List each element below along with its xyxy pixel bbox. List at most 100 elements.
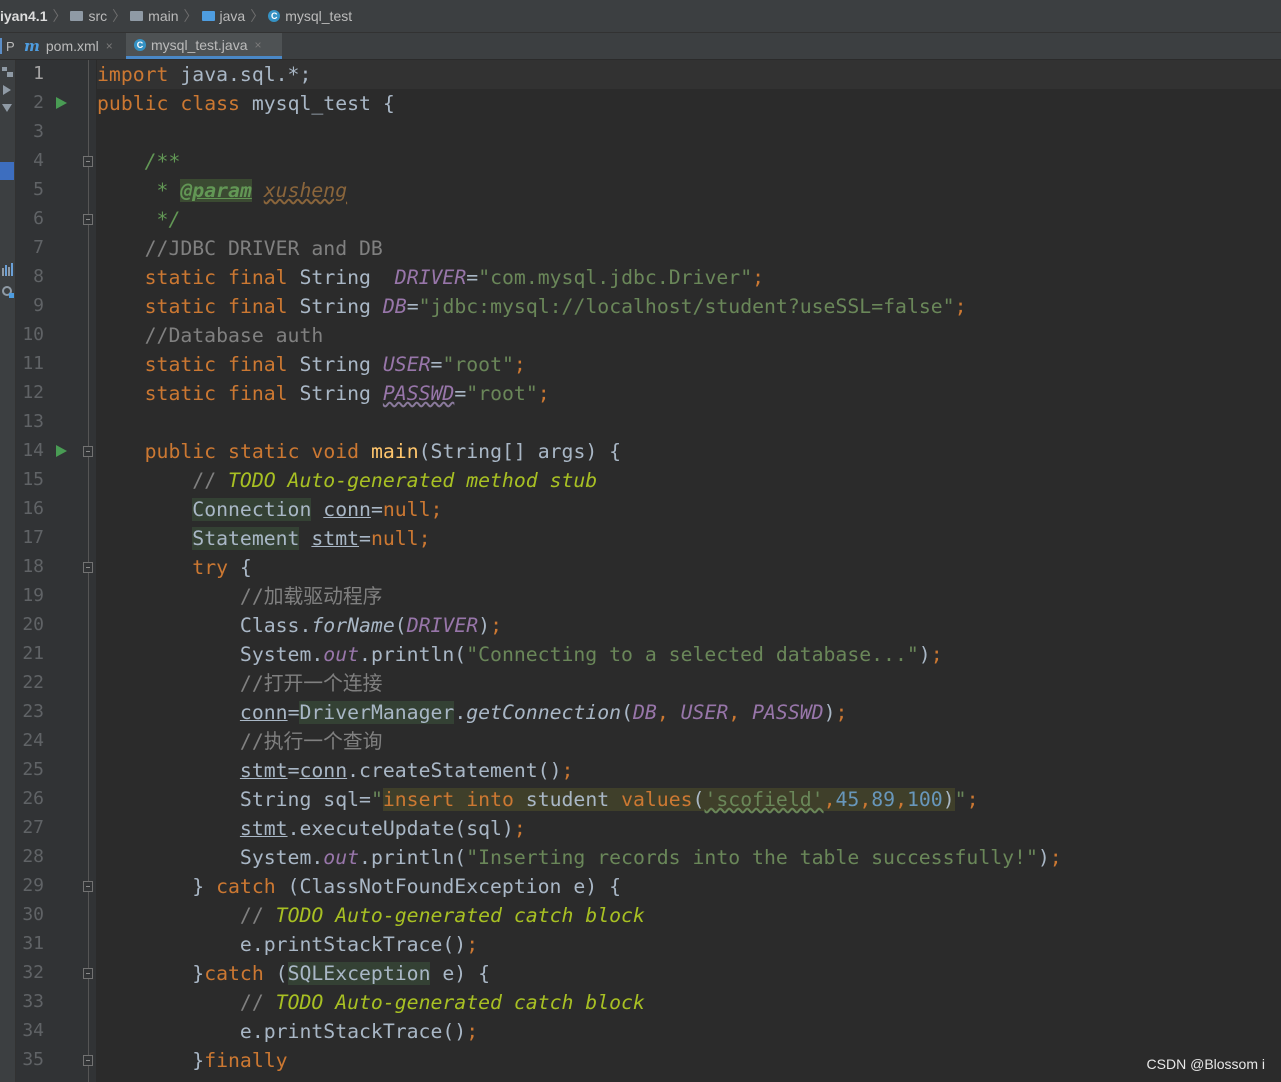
folder-icon xyxy=(130,11,144,21)
collapse-arrow-icon[interactable] xyxy=(1,102,13,114)
sql-number: 89 xyxy=(871,788,896,811)
constant: DB xyxy=(382,295,407,318)
code-line-24: //执行一个查询 xyxy=(97,727,383,756)
line-number[interactable]: 6 xyxy=(16,208,44,229)
line-number[interactable]: 8 xyxy=(16,266,44,287)
run-class-icon[interactable] xyxy=(56,97,67,109)
fold-marker-icon[interactable] xyxy=(83,214,93,225)
line-number[interactable]: 27 xyxy=(16,817,44,838)
comment: //Database auth xyxy=(144,324,324,347)
sql-table: student xyxy=(513,788,622,811)
line-number[interactable]: 14 xyxy=(16,440,44,461)
breadcrumb-main[interactable]: main xyxy=(130,8,179,24)
keyword: final xyxy=(228,266,288,289)
keyword: public xyxy=(144,440,217,463)
line-number[interactable]: 28 xyxy=(16,846,44,867)
line-number[interactable]: 10 xyxy=(16,324,44,345)
code-line-17: Statement stmt=null; xyxy=(192,527,431,550)
breadcrumb-project[interactable]: iyan4.1 xyxy=(0,8,47,24)
code-line-18: try { xyxy=(192,556,252,579)
class-declaration: mysql_test { xyxy=(239,92,395,115)
line-number[interactable]: 26 xyxy=(16,788,44,809)
fold-marker-icon[interactable] xyxy=(83,1055,93,1066)
active-tool-indicator[interactable] xyxy=(0,162,14,180)
keyword: public xyxy=(97,92,169,115)
string-literal: "root" xyxy=(466,382,538,405)
code-line-4: /** xyxy=(97,147,181,176)
tab-mysql-test-java[interactable]: C mysql_test.java × xyxy=(126,33,282,59)
line-number[interactable]: 3 xyxy=(16,121,44,142)
fold-marker-icon[interactable] xyxy=(83,968,93,979)
keyword: static xyxy=(144,353,217,376)
line-number[interactable]: 20 xyxy=(16,614,44,635)
line-number[interactable]: 21 xyxy=(16,643,44,664)
comment: // xyxy=(239,991,276,1014)
line-number[interactable]: 34 xyxy=(16,1020,44,1041)
line-number[interactable]: 1 xyxy=(16,63,44,84)
line-number[interactable]: 9 xyxy=(16,295,44,316)
breadcrumb-src[interactable]: src xyxy=(70,8,107,24)
line-number[interactable]: 22 xyxy=(16,672,44,693)
line-number[interactable]: 11 xyxy=(16,353,44,374)
line-number[interactable]: 5 xyxy=(16,179,44,200)
line-number[interactable]: 7 xyxy=(16,237,44,258)
line-number[interactable]: 29 xyxy=(16,875,44,896)
close-icon[interactable]: × xyxy=(254,38,261,52)
keyword: final xyxy=(228,295,288,318)
chevron-right-icon: 〉 xyxy=(183,8,198,24)
type-name: String xyxy=(299,266,371,289)
fold-marker-icon[interactable] xyxy=(83,156,93,167)
expand-arrow-icon[interactable] xyxy=(1,84,13,96)
breadcrumb-mysql-test[interactable]: Cmysql_test xyxy=(268,8,352,24)
keyword: void xyxy=(311,440,360,463)
left-tool-strip xyxy=(0,60,16,1082)
line-number[interactable]: 33 xyxy=(16,991,44,1012)
line-number[interactable]: 31 xyxy=(16,933,44,954)
line-number[interactable]: 32 xyxy=(16,962,44,983)
line-number[interactable]: 4 xyxy=(16,150,44,171)
project-tool-button[interactable]: P xyxy=(0,33,16,59)
settings-icon[interactable] xyxy=(1,284,14,298)
line-number[interactable]: 17 xyxy=(16,527,44,548)
type-name: DriverManager xyxy=(299,701,455,724)
tab-pom-xml[interactable]: m pom.xml × xyxy=(16,33,126,59)
fold-marker-icon[interactable] xyxy=(83,881,93,892)
fold-marker-icon[interactable] xyxy=(83,562,93,573)
keyword: catch xyxy=(216,875,276,898)
code-line-30: // TODO Auto-generated catch block xyxy=(97,901,645,930)
close-icon[interactable]: × xyxy=(106,39,113,53)
line-number[interactable]: 30 xyxy=(16,904,44,925)
statistics-icon[interactable] xyxy=(1,262,14,276)
line-number[interactable]: 12 xyxy=(16,382,44,403)
code-line-25: stmt=conn.createStatement(); xyxy=(239,759,574,782)
code-line-35: }finally xyxy=(97,1049,288,1072)
line-number[interactable]: 35 xyxy=(16,1049,44,1070)
line-number[interactable]: 23 xyxy=(16,701,44,722)
line-number[interactable]: 18 xyxy=(16,556,44,577)
code-editor[interactable]: import java.sql.*; public class mysql_te… xyxy=(97,60,1281,1082)
code-line-31: e.printStackTrace(); xyxy=(239,933,479,956)
breadcrumb-label: java xyxy=(219,8,246,24)
string-literal: "com.mysql.jdbc.Driver" xyxy=(478,266,753,289)
code-line-9: static final String DB="jdbc:mysql://loc… xyxy=(144,295,967,318)
constant: DRIVER xyxy=(394,266,467,289)
comment: // xyxy=(239,904,276,927)
line-number[interactable]: 19 xyxy=(16,585,44,606)
chevron-right-icon: 〉 xyxy=(250,8,265,24)
project-structure-icon[interactable] xyxy=(1,66,14,79)
line-number[interactable]: 13 xyxy=(16,411,44,432)
doc-comment: */ xyxy=(144,208,181,231)
line-number[interactable]: 15 xyxy=(16,469,44,490)
breadcrumb-java[interactable]: java xyxy=(201,8,246,24)
run-main-icon[interactable] xyxy=(56,445,67,457)
line-number[interactable]: 2 xyxy=(16,92,44,113)
doc-comment: * xyxy=(144,179,181,202)
code-text: System. xyxy=(239,846,324,869)
line-number[interactable]: 16 xyxy=(16,498,44,519)
line-number[interactable]: 24 xyxy=(16,730,44,751)
code-line-8: static final String DRIVER="com.mysql.jd… xyxy=(144,266,765,289)
fold-marker-icon[interactable] xyxy=(83,446,93,457)
constant: DRIVER xyxy=(406,614,479,637)
line-number[interactable]: 25 xyxy=(16,759,44,780)
code-text: e.printStackTrace() xyxy=(239,1020,467,1043)
